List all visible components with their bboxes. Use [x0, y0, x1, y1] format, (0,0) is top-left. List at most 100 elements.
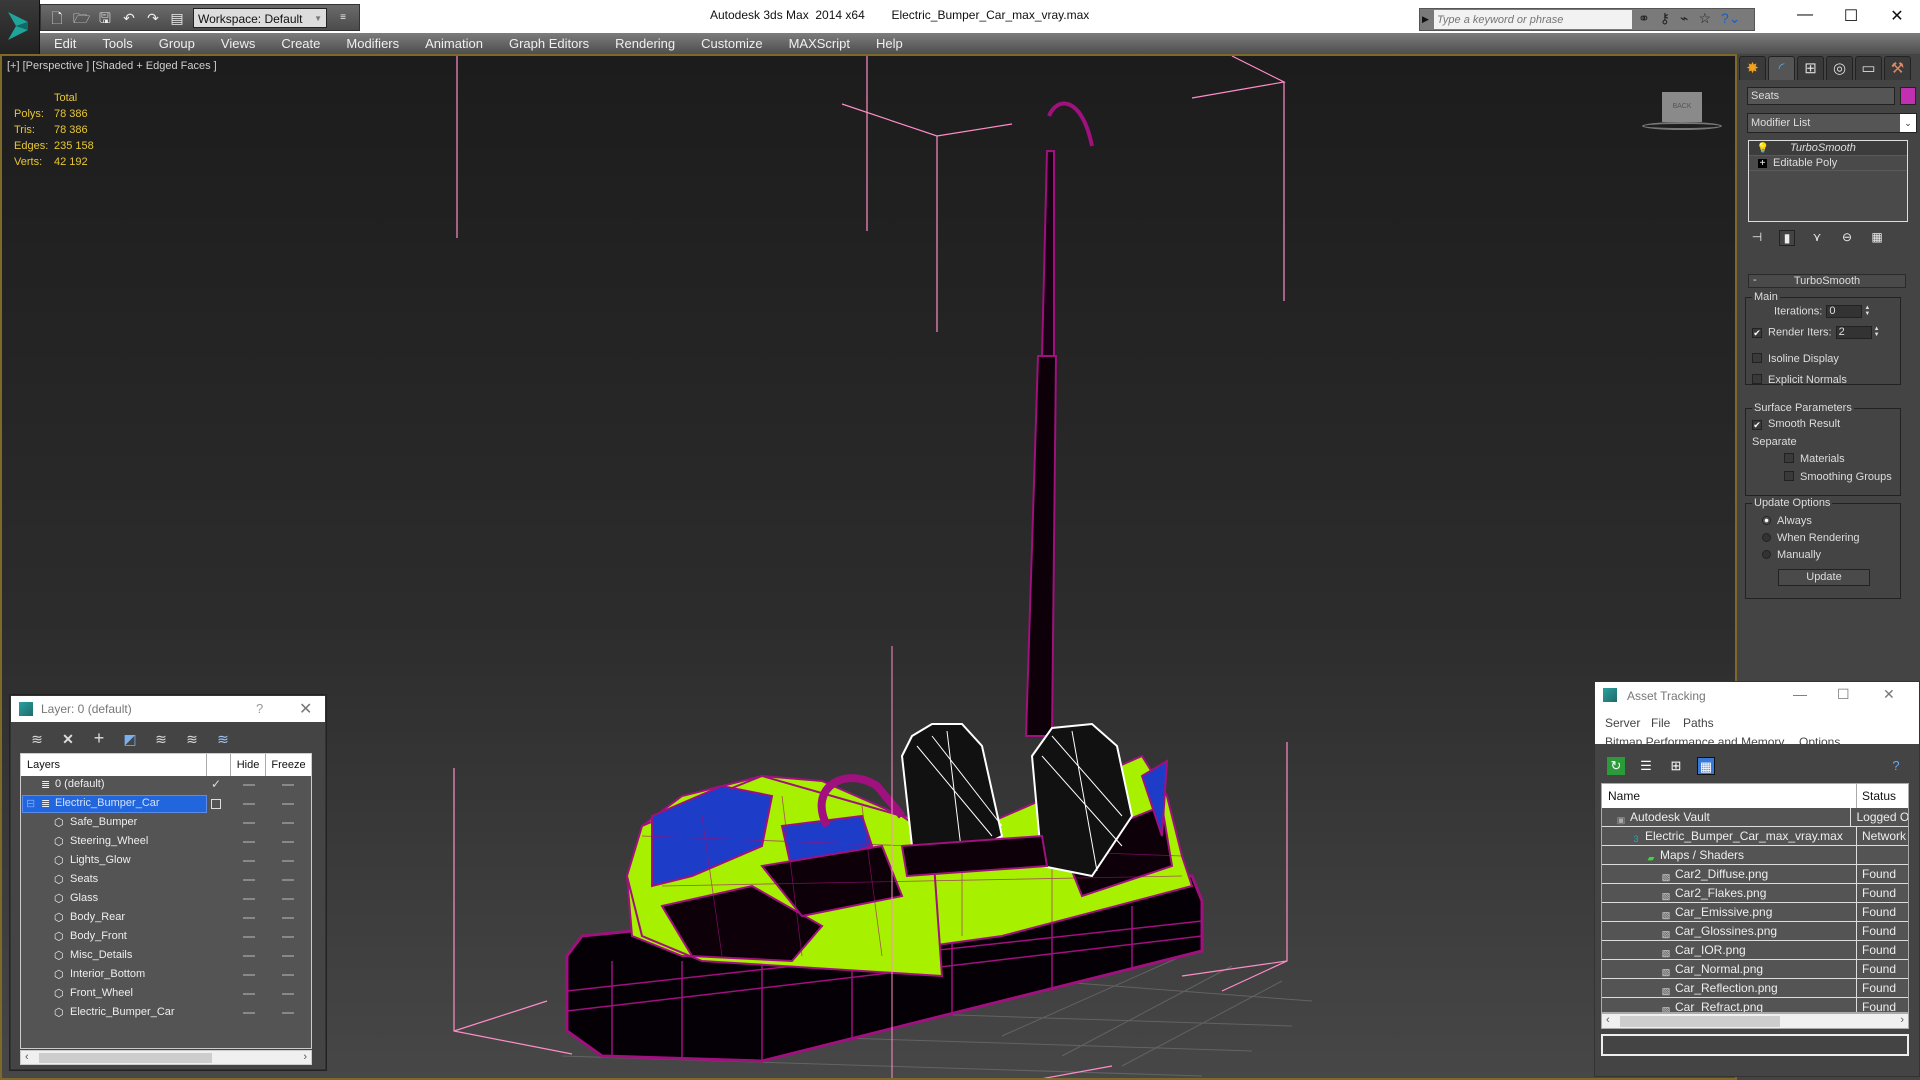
asset-row[interactable]: ▧ Car_IOR.png Found	[1602, 941, 1908, 960]
menu-graph-editors[interactable]: Graph Editors	[495, 36, 601, 51]
scrollbar-thumb[interactable]	[39, 1053, 212, 1063]
menu-maxscript[interactable]: MAXScript	[775, 36, 862, 51]
hide-toggle[interactable]	[243, 936, 255, 938]
asset-row[interactable]: ▧ Car_Glossines.png Found	[1602, 922, 1908, 941]
object-row[interactable]: ⬡ Body_Front	[21, 928, 311, 947]
freeze-toggle[interactable]	[282, 936, 294, 938]
iterations-spinner[interactable]: Iterations: 0 ▲ ▼	[1774, 305, 1872, 318]
stack-item-turbosmooth[interactable]: 💡 TurboSmooth	[1749, 141, 1907, 156]
freeze-toggle[interactable]	[282, 784, 294, 786]
binoculars-icon[interactable]: ⚭	[1638, 10, 1650, 27]
viewcube[interactable]: BACK	[1642, 92, 1722, 136]
hide-toggle[interactable]	[243, 898, 255, 900]
object-name-field[interactable]: Seats	[1747, 87, 1895, 105]
explicit-normals-checkbox[interactable]: Explicit Normals	[1752, 374, 1847, 386]
new-icon[interactable]: 🗋	[49, 10, 65, 26]
maximize-button[interactable]: ☐	[1837, 686, 1850, 703]
open-icon[interactable]: 🗁	[73, 10, 90, 26]
add-to-layer-icon[interactable]: +	[89, 729, 109, 748]
layer-row[interactable]: ≣ 0 (default) ✓	[21, 776, 311, 795]
menu-help[interactable]: Help	[862, 36, 915, 51]
configure-modifier-sets-icon[interactable]: ▦	[1869, 230, 1885, 246]
scrollbar-thumb[interactable]	[1620, 1016, 1780, 1027]
asset-row[interactable]: ▧ Car_Emissive.png Found	[1602, 903, 1908, 922]
hide-toggle[interactable]	[243, 822, 255, 824]
modifier-list-dropdown[interactable]: Modifier List ⌄	[1747, 113, 1917, 133]
menu-bitmap-performance[interactable]: Bitmap Performance and Memory	[1605, 735, 1784, 749]
viewcube-face[interactable]: BACK	[1662, 92, 1702, 122]
freeze-toggle[interactable]	[282, 1012, 294, 1014]
menu-rendering[interactable]: Rendering	[601, 36, 687, 51]
freeze-toggle[interactable]	[282, 879, 294, 881]
object-row[interactable]: ⬡ Seats	[21, 871, 311, 890]
col-layers[interactable]: Layers	[21, 754, 207, 776]
asset-row[interactable]: ▧ Car_Normal.png Found	[1602, 960, 1908, 979]
asset-row[interactable]: ▧ Car_Refract.png Found	[1602, 998, 1908, 1012]
layer-dialog-titlebar[interactable]: Layer: 0 (default) ? ✕	[11, 696, 325, 722]
close-button[interactable]: ✕	[1874, 6, 1920, 26]
freeze-toggle[interactable]	[282, 917, 294, 919]
menu-server[interactable]: Server	[1605, 716, 1640, 730]
hide-toggle[interactable]	[243, 879, 255, 881]
asset-row[interactable]: ▧ Car2_Diffuse.png Found	[1602, 865, 1908, 884]
expand-plus-icon[interactable]: +	[1758, 158, 1767, 168]
hide-toggle[interactable]	[243, 1012, 255, 1014]
hide-all-layers-icon[interactable]: ≋	[182, 731, 202, 748]
pin-stack-icon[interactable]: ⊣	[1749, 230, 1765, 246]
menu-views[interactable]: Views	[207, 36, 267, 51]
horizontal-scrollbar[interactable]: ‹ ›	[1601, 1013, 1909, 1029]
update-manually-radio[interactable]: Manually	[1762, 549, 1821, 561]
redo-icon[interactable]: ↷	[145, 10, 161, 26]
save-icon[interactable]: 🖫	[97, 10, 113, 26]
viewport-label-menu[interactable]: [+] [Perspective ] [Shaded + Edged Faces…	[7, 60, 217, 72]
menu-paths[interactable]: Paths	[1683, 716, 1714, 730]
remove-modifier-icon[interactable]: ⊖	[1839, 230, 1855, 246]
create-layer-icon[interactable]: ≋	[27, 731, 47, 748]
update-when-rendering-radio[interactable]: When Rendering	[1762, 532, 1860, 544]
horizontal-scrollbar[interactable]: ‹ ›	[20, 1050, 312, 1065]
asset-path-field[interactable]	[1601, 1034, 1909, 1056]
menu-customize[interactable]: Customize	[687, 36, 774, 51]
current-layer-check-icon[interactable]: ✓	[211, 777, 221, 791]
freeze-toggle[interactable]	[282, 803, 294, 805]
hide-toggle[interactable]	[243, 784, 255, 786]
lightbulb-icon[interactable]: 💡	[1756, 141, 1770, 156]
list-view-icon[interactable]: ☰	[1637, 757, 1655, 775]
freeze-toggle[interactable]	[282, 898, 294, 900]
layer-row-selected[interactable]: ⊟ ≣ Electric_Bumper_Car	[21, 795, 311, 814]
project-icon[interactable]: ▤	[169, 10, 185, 26]
menu-animation[interactable]: Animation	[411, 36, 495, 51]
update-always-radio[interactable]: Always	[1762, 515, 1812, 527]
menu-tools[interactable]: Tools	[88, 36, 144, 51]
menu-file[interactable]: File	[1651, 716, 1670, 730]
object-row[interactable]: ⬡ Lights_Glow	[21, 852, 311, 871]
scroll-left-icon[interactable]: ‹	[25, 1051, 29, 1063]
set-current-checkbox[interactable]	[211, 799, 221, 809]
freeze-toggle[interactable]	[282, 993, 294, 995]
tree-view-icon[interactable]: ⊞	[1667, 757, 1685, 775]
freeze-toggle[interactable]	[282, 955, 294, 957]
close-button[interactable]: ✕	[299, 699, 312, 719]
col-name[interactable]: Name	[1602, 784, 1857, 808]
star-icon[interactable]: ☆	[1698, 10, 1711, 27]
workspace-dropdown[interactable]: Workspace: Default ▼	[193, 7, 327, 28]
col-current[interactable]	[207, 754, 231, 776]
object-row[interactable]: ⬡ Electric_Bumper_Car	[21, 1004, 311, 1023]
stack-item-editable-poly[interactable]: + Editable Poly	[1749, 156, 1907, 171]
display-tab[interactable]: ▭	[1855, 56, 1882, 80]
object-row[interactable]: ⬡ Safe_Bumper	[21, 814, 311, 833]
highlight-layer-icon[interactable]: ≋	[151, 731, 171, 748]
object-row[interactable]: ⬡ Steering_Wheel	[21, 833, 311, 852]
hide-toggle[interactable]	[243, 917, 255, 919]
hide-toggle[interactable]	[243, 803, 255, 805]
object-row[interactable]: ⬡ Glass	[21, 890, 311, 909]
freeze-toggle[interactable]	[282, 860, 294, 862]
object-row[interactable]: ⬡ Misc_Details	[21, 947, 311, 966]
hide-toggle[interactable]	[243, 860, 255, 862]
menu-edit[interactable]: Edit	[40, 36, 88, 51]
hide-toggle[interactable]	[243, 955, 255, 957]
motion-tab[interactable]: ◎	[1826, 56, 1853, 80]
minimize-button[interactable]: —	[1782, 6, 1828, 26]
scroll-right-icon[interactable]: ›	[1900, 1014, 1904, 1026]
smooth-result-checkbox[interactable]: ✔ Smooth Result	[1752, 418, 1840, 430]
